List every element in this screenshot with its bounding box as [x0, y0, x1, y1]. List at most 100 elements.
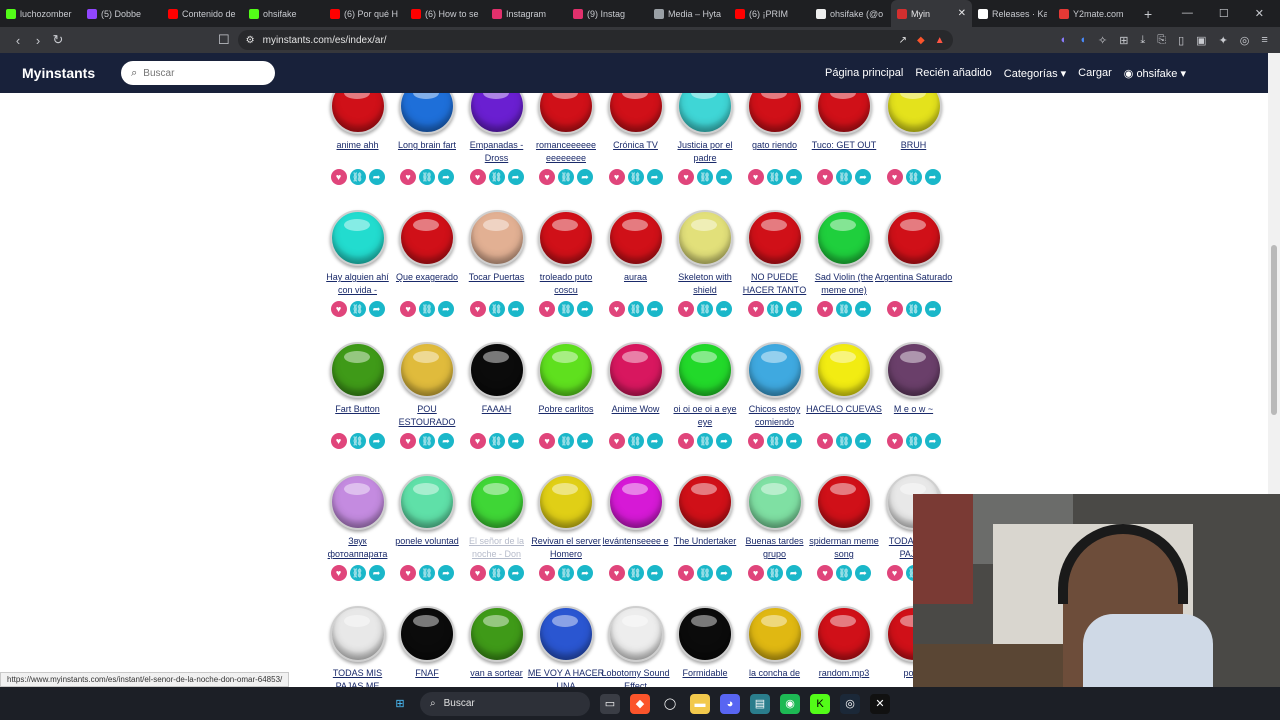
instant-title-link[interactable]: Long brain fart [388, 139, 466, 165]
play-sound-button[interactable] [885, 93, 942, 134]
instant-title-link[interactable]: Revivan el server Homero [527, 535, 605, 561]
instant-title-link[interactable]: HACELO CUEVAS [805, 403, 883, 429]
instant-title-link[interactable]: TODAS MIS PAJAS ME [319, 667, 397, 687]
share-icon[interactable]: ⎘ [1157, 34, 1166, 47]
copy-link-button[interactable]: ⛓ [349, 169, 366, 185]
copy-link-button[interactable]: ⛓ [558, 565, 574, 581]
play-sound-button[interactable] [816, 93, 872, 134]
share-button[interactable]: ➦ [785, 169, 802, 185]
media-icon[interactable]: ⊞ [1119, 34, 1128, 47]
task-view-icon[interactable]: ▭ [600, 693, 620, 714]
play-sound-button[interactable] [816, 342, 872, 398]
share-button[interactable]: ➦ [368, 169, 385, 185]
instant-title-link[interactable]: van a sortear [458, 667, 536, 687]
scrollbar-thumb[interactable] [1271, 245, 1277, 415]
play-sound-button[interactable] [538, 93, 594, 134]
favorite-button[interactable]: ♥ [817, 565, 833, 581]
favorite-button[interactable]: ♥ [539, 169, 555, 185]
instant-title-link[interactable]: BRUH [875, 139, 953, 165]
nav-categories-dropdown[interactable]: Categorías ▾ [1004, 67, 1066, 80]
site-logo[interactable]: Myinstants [22, 65, 95, 81]
favorite-button[interactable]: ♥ [817, 169, 833, 185]
nav-recent-link[interactable]: Recién añadido [915, 67, 991, 79]
copy-link-button[interactable]: ⛓ [905, 169, 922, 185]
instant-title-link[interactable]: levántenseeee e [597, 535, 675, 561]
play-sound-button[interactable] [468, 606, 525, 662]
favorite-button[interactable]: ♥ [469, 565, 486, 581]
menu-icon[interactable]: ≡ [1261, 34, 1267, 47]
brave-icon[interactable]: ◆ [630, 693, 650, 714]
copy-link-button[interactable]: ⛓ [558, 433, 574, 449]
favorite-button[interactable]: ♥ [400, 301, 416, 317]
copy-link-button[interactable]: ⛓ [836, 565, 852, 581]
play-sound-button[interactable] [885, 342, 942, 398]
spotify-icon[interactable]: ◉ [780, 693, 800, 714]
favorite-button[interactable]: ♥ [817, 301, 833, 317]
share-button[interactable]: ➦ [368, 301, 385, 317]
nav-home-link[interactable]: Página principal [825, 67, 903, 79]
copy-link-button[interactable]: ⛓ [766, 565, 783, 581]
copy-link-button[interactable]: ⛓ [627, 565, 644, 581]
browser-tab[interactable]: (6) ¡PRIM [729, 0, 810, 27]
instant-title-link[interactable]: Justicia por el padre [666, 139, 744, 165]
play-sound-button[interactable] [329, 342, 386, 398]
instant-title-link[interactable]: The Undertaker [666, 535, 744, 561]
play-sound-button[interactable] [399, 93, 455, 134]
browser-tab[interactable]: (5) Dobbe [81, 0, 162, 27]
play-sound-button[interactable] [607, 342, 664, 398]
instant-title-link[interactable]: anime ahh [319, 139, 397, 165]
play-sound-button[interactable] [538, 342, 594, 398]
favorite-button[interactable]: ♥ [400, 433, 416, 449]
copy-link-button[interactable]: ⛓ [697, 169, 713, 185]
share-button[interactable]: ➦ [785, 433, 802, 449]
steam-icon[interactable]: ◎ [840, 693, 860, 714]
instant-title-link[interactable]: random.mp3 [805, 667, 883, 687]
new-tab-button[interactable]: + [1134, 6, 1162, 22]
browser-tab[interactable]: Myin ✕ [891, 0, 972, 27]
instant-title-link[interactable]: El señor de la noche - Don [458, 535, 536, 561]
browser-tab[interactable]: Contenido de [162, 0, 243, 27]
share-button[interactable]: ➦ [646, 433, 663, 449]
copy-link-button[interactable]: ⛓ [627, 301, 644, 317]
favorite-button[interactable]: ♥ [886, 169, 903, 185]
instant-title-link[interactable]: gato riendo [736, 139, 814, 165]
favorite-button[interactable]: ♥ [747, 565, 764, 581]
play-sound-button[interactable] [746, 606, 803, 662]
close-icon[interactable]: ✕ [1255, 7, 1264, 20]
address-bar[interactable]: ⚙ myinstants.com/es/index/ar/ ↗ ◆ ▲ [237, 30, 953, 50]
play-sound-button[interactable] [746, 474, 803, 530]
forward-icon[interactable]: › [28, 33, 48, 48]
brave-shield-icon[interactable]: ◆ [917, 35, 925, 46]
instant-title-link[interactable]: Buenas tardes grupo [736, 535, 814, 561]
copy-link-button[interactable]: ⛓ [488, 565, 505, 581]
instant-title-link[interactable]: ME VOY A HACER UNA [527, 667, 605, 687]
copy-link-button[interactable]: ⛓ [697, 433, 713, 449]
wallet-icon[interactable]: ▣ [1196, 34, 1206, 47]
favorite-button[interactable]: ♥ [330, 433, 347, 449]
copy-link-button[interactable]: ⛓ [558, 169, 574, 185]
copy-link-button[interactable]: ⛓ [697, 301, 713, 317]
play-sound-button[interactable] [399, 474, 455, 530]
instant-title-link[interactable]: Fart Button [319, 403, 397, 429]
play-sound-button[interactable] [607, 474, 664, 530]
back-icon[interactable]: ‹ [8, 33, 28, 48]
favorite-button[interactable]: ♥ [330, 301, 347, 317]
copy-link-button[interactable]: ⛓ [349, 301, 366, 317]
browser-tab[interactable]: (6) Por qué H [324, 0, 405, 27]
browser-tab[interactable]: ohsifake (@o [810, 0, 891, 27]
instant-title-link[interactable]: Tocar Puertas [458, 271, 536, 297]
share-button[interactable]: ➦ [646, 301, 663, 317]
kick-icon[interactable]: K [810, 693, 830, 714]
share-button[interactable]: ➦ [368, 433, 385, 449]
play-sound-button[interactable] [329, 606, 386, 662]
share-button[interactable]: ➦ [855, 565, 871, 581]
play-sound-button[interactable] [468, 93, 525, 134]
play-sound-button[interactable] [468, 474, 525, 530]
share-button[interactable]: ➦ [577, 565, 593, 581]
instant-title-link[interactable]: Lobotomy Sound Effect [597, 667, 675, 687]
favorite-button[interactable]: ♥ [886, 301, 903, 317]
instant-title-link[interactable]: auraa [597, 271, 675, 297]
copy-link-button[interactable]: ⛓ [419, 301, 435, 317]
share-button[interactable]: ➦ [438, 433, 454, 449]
instant-title-link[interactable]: Hay alguien ahí con vida - [319, 271, 397, 297]
